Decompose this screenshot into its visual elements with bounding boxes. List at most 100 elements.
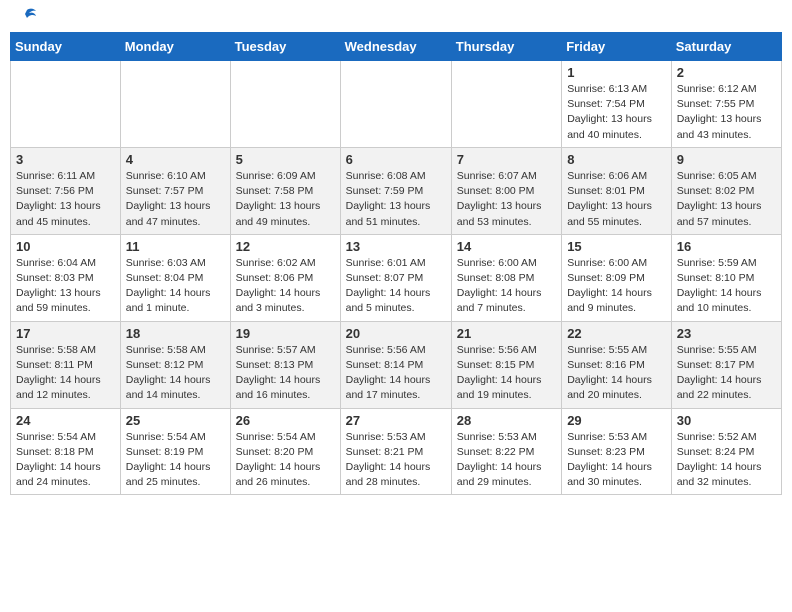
calendar-cell <box>120 61 230 148</box>
calendar-cell: 13 Sunrise: 6:01 AMSunset: 8:07 PMDayligh… <box>340 234 451 321</box>
calendar-table: SundayMondayTuesdayWednesdayThursdayFrid… <box>10 32 782 495</box>
calendar-cell: 7 Sunrise: 6:07 AMSunset: 8:00 PMDaylight… <box>451 147 561 234</box>
calendar-cell: 28 Sunrise: 5:53 AMSunset: 8:22 PMDayligh… <box>451 408 561 495</box>
calendar-cell: 11 Sunrise: 6:03 AMSunset: 8:04 PMDayligh… <box>120 234 230 321</box>
day-info: Sunrise: 5:53 AMSunset: 8:22 PMDaylight:… <box>457 430 556 491</box>
day-number: 28 <box>457 413 556 428</box>
day-number: 26 <box>236 413 335 428</box>
day-number: 6 <box>346 152 446 167</box>
calendar-week-row: 17 Sunrise: 5:58 AMSunset: 8:11 PMDayligh… <box>11 321 782 408</box>
calendar-cell: 8 Sunrise: 6:06 AMSunset: 8:01 PMDaylight… <box>562 147 672 234</box>
day-number: 14 <box>457 239 556 254</box>
weekday-header: Saturday <box>671 33 781 61</box>
calendar-cell: 24 Sunrise: 5:54 AMSunset: 8:18 PMDayligh… <box>11 408 121 495</box>
calendar-cell: 25Sunrise: 5:54 AMSunset: 8:19 PMDayligh… <box>120 408 230 495</box>
day-info: Sunrise: 5:56 AMSunset: 8:15 PMDaylight:… <box>457 343 556 404</box>
day-number: 9 <box>677 152 776 167</box>
day-info: Sunrise: 5:54 AMSunset: 8:19 PMDaylight:… <box>126 430 225 491</box>
day-number: 19 <box>236 326 335 341</box>
day-number: 30 <box>677 413 776 428</box>
day-info: Sunrise: 6:02 AMSunset: 8:06 PMDaylight:… <box>236 256 335 317</box>
day-info: Sunrise: 5:55 AMSunset: 8:17 PMDaylight:… <box>677 343 776 404</box>
calendar-cell: 26 Sunrise: 5:54 AMSunset: 8:20 PMDayligh… <box>230 408 340 495</box>
calendar-cell: 3 Sunrise: 6:11 AMSunset: 7:56 PMDaylight… <box>11 147 121 234</box>
day-info: Sunrise: 5:58 AMSunset: 8:11 PMDaylight:… <box>16 343 115 404</box>
day-number: 12 <box>236 239 335 254</box>
calendar-cell: 2 Sunrise: 6:12 AMSunset: 7:55 PMDaylight… <box>671 61 781 148</box>
calendar-cell: 20Sunrise: 5:56 AMSunset: 8:14 PMDayligh… <box>340 321 451 408</box>
day-number: 10 <box>16 239 115 254</box>
calendar-cell: 27Sunrise: 5:53 AMSunset: 8:21 PMDayligh… <box>340 408 451 495</box>
calendar-week-row: 10 Sunrise: 6:04 AMSunset: 8:03 PMDayligh… <box>11 234 782 321</box>
calendar-cell: 22 Sunrise: 5:55 AMSunset: 8:16 PMDayligh… <box>562 321 672 408</box>
day-info: Sunrise: 6:13 AMSunset: 7:54 PMDaylight:… <box>567 82 666 143</box>
weekday-header: Thursday <box>451 33 561 61</box>
calendar-cell: 15 Sunrise: 6:00 AMSunset: 8:09 PMDayligh… <box>562 234 672 321</box>
calendar-cell: 30Sunrise: 5:52 AMSunset: 8:24 PMDayligh… <box>671 408 781 495</box>
day-info: Sunrise: 6:12 AMSunset: 7:55 PMDaylight:… <box>677 82 776 143</box>
calendar-week-row: 24 Sunrise: 5:54 AMSunset: 8:18 PMDayligh… <box>11 408 782 495</box>
day-info: Sunrise: 5:56 AMSunset: 8:14 PMDaylight:… <box>346 343 446 404</box>
day-number: 16 <box>677 239 776 254</box>
day-info: Sunrise: 6:10 AMSunset: 7:57 PMDaylight:… <box>126 169 225 230</box>
calendar-cell: 9 Sunrise: 6:05 AMSunset: 8:02 PMDaylight… <box>671 147 781 234</box>
day-number: 18 <box>126 326 225 341</box>
calendar-cell: 12 Sunrise: 6:02 AMSunset: 8:06 PMDayligh… <box>230 234 340 321</box>
day-info: Sunrise: 5:53 AMSunset: 8:21 PMDaylight:… <box>346 430 446 491</box>
calendar-cell <box>340 61 451 148</box>
day-info: Sunrise: 6:06 AMSunset: 8:01 PMDaylight:… <box>567 169 666 230</box>
day-number: 22 <box>567 326 666 341</box>
weekday-header: Monday <box>120 33 230 61</box>
calendar-cell: 6Sunrise: 6:08 AMSunset: 7:59 PMDaylight… <box>340 147 451 234</box>
calendar-cell: 29 Sunrise: 5:53 AMSunset: 8:23 PMDayligh… <box>562 408 672 495</box>
day-info: Sunrise: 6:00 AMSunset: 8:09 PMDaylight:… <box>567 256 666 317</box>
calendar-header-row: SundayMondayTuesdayWednesdayThursdayFrid… <box>11 33 782 61</box>
page-header <box>10 10 782 24</box>
day-number: 11 <box>126 239 225 254</box>
calendar-cell: 16 Sunrise: 5:59 AMSunset: 8:10 PMDayligh… <box>671 234 781 321</box>
day-number: 23 <box>677 326 776 341</box>
day-info: Sunrise: 5:53 AMSunset: 8:23 PMDaylight:… <box>567 430 666 491</box>
day-number: 29 <box>567 413 666 428</box>
day-info: Sunrise: 5:58 AMSunset: 8:12 PMDaylight:… <box>126 343 225 404</box>
calendar-cell: 4 Sunrise: 6:10 AMSunset: 7:57 PMDaylight… <box>120 147 230 234</box>
day-info: Sunrise: 6:05 AMSunset: 8:02 PMDaylight:… <box>677 169 776 230</box>
day-number: 2 <box>677 65 776 80</box>
weekday-header: Tuesday <box>230 33 340 61</box>
day-number: 8 <box>567 152 666 167</box>
day-info: Sunrise: 6:04 AMSunset: 8:03 PMDaylight:… <box>16 256 115 317</box>
weekday-header: Sunday <box>11 33 121 61</box>
calendar-week-row: 1 Sunrise: 6:13 AMSunset: 7:54 PMDaylight… <box>11 61 782 148</box>
day-number: 15 <box>567 239 666 254</box>
day-info: Sunrise: 6:09 AMSunset: 7:58 PMDaylight:… <box>236 169 335 230</box>
day-info: Sunrise: 5:57 AMSunset: 8:13 PMDaylight:… <box>236 343 335 404</box>
day-info: Sunrise: 6:07 AMSunset: 8:00 PMDaylight:… <box>457 169 556 230</box>
day-info: Sunrise: 6:01 AMSunset: 8:07 PMDaylight:… <box>346 256 446 317</box>
day-info: Sunrise: 5:59 AMSunset: 8:10 PMDaylight:… <box>677 256 776 317</box>
calendar-cell <box>451 61 561 148</box>
day-info: Sunrise: 5:55 AMSunset: 8:16 PMDaylight:… <box>567 343 666 404</box>
calendar-cell: 18 Sunrise: 5:58 AMSunset: 8:12 PMDayligh… <box>120 321 230 408</box>
day-number: 24 <box>16 413 115 428</box>
day-number: 5 <box>236 152 335 167</box>
day-info: Sunrise: 6:03 AMSunset: 8:04 PMDaylight:… <box>126 256 225 317</box>
weekday-header: Friday <box>562 33 672 61</box>
weekday-header: Wednesday <box>340 33 451 61</box>
calendar-cell: 10 Sunrise: 6:04 AMSunset: 8:03 PMDayligh… <box>11 234 121 321</box>
logo <box>14 10 38 24</box>
calendar-week-row: 3 Sunrise: 6:11 AMSunset: 7:56 PMDaylight… <box>11 147 782 234</box>
day-number: 4 <box>126 152 225 167</box>
day-info: Sunrise: 5:54 AMSunset: 8:18 PMDaylight:… <box>16 430 115 491</box>
day-info: Sunrise: 6:00 AMSunset: 8:08 PMDaylight:… <box>457 256 556 317</box>
day-number: 1 <box>567 65 666 80</box>
calendar-cell: 17 Sunrise: 5:58 AMSunset: 8:11 PMDayligh… <box>11 321 121 408</box>
day-number: 17 <box>16 326 115 341</box>
calendar-cell: 23 Sunrise: 5:55 AMSunset: 8:17 PMDayligh… <box>671 321 781 408</box>
day-number: 3 <box>16 152 115 167</box>
day-number: 7 <box>457 152 556 167</box>
day-info: Sunrise: 6:11 AMSunset: 7:56 PMDaylight:… <box>16 169 115 230</box>
calendar-cell: 19 Sunrise: 5:57 AMSunset: 8:13 PMDayligh… <box>230 321 340 408</box>
day-info: Sunrise: 5:54 AMSunset: 8:20 PMDaylight:… <box>236 430 335 491</box>
day-number: 13 <box>346 239 446 254</box>
logo-bird-icon <box>16 6 38 28</box>
